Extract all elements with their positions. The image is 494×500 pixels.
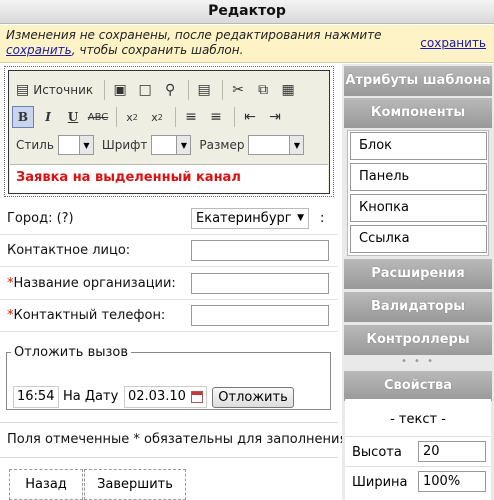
properties-panel: - текст - Высота 20 Ширина 100% <box>345 399 491 500</box>
org-input[interactable] <box>191 273 329 294</box>
tab-extensions[interactable]: Расширения <box>344 259 492 289</box>
cut-icon[interactable]: ✂ <box>227 79 249 101</box>
warning-message: Изменения не сохранены, после редактиров… <box>6 28 406 58</box>
save-link[interactable]: сохранить <box>420 36 486 50</box>
underline-icon[interactable]: U <box>62 106 84 128</box>
delay-call-group: Отложить вызов 16:54 На Дату 02.03.10 От… <box>6 345 331 410</box>
tab-components[interactable]: Компоненты <box>344 98 492 128</box>
component-item-panel[interactable]: Панель <box>350 163 487 191</box>
width-input[interactable]: 100% <box>418 471 486 492</box>
superscript-icon[interactable]: x2 <box>146 106 168 128</box>
property-width-row: Ширина 100% <box>345 466 491 496</box>
date-label: На Дату <box>63 389 119 404</box>
bold-icon[interactable]: B <box>12 106 34 128</box>
tab-attributes[interactable]: Атрибуты шаблона <box>344 66 492 96</box>
chevron-down-icon: ▼ <box>176 136 191 154</box>
source-button[interactable]: ▤ Источник <box>12 79 97 101</box>
new-page-icon[interactable]: □ <box>134 79 156 101</box>
copy-icon[interactable]: ⧉ <box>252 79 274 101</box>
rich-text-editor: ▤ Источник ▣ □ ⚲ ▤ ✂ ⧉ ▦ B I U ABC x2 x2… <box>4 66 334 197</box>
city-row: Город: (?) Екатеринбург ▼ : <box>0 203 338 235</box>
tab-validators[interactable]: Валидаторы <box>344 292 492 322</box>
warning-text-before: Изменения не сохранены, после редактиров… <box>6 28 382 42</box>
width-label: Ширина <box>352 475 408 490</box>
chevron-down-icon: ▼ <box>289 136 304 154</box>
editor-content[interactable]: Заявка на выделенный канал <box>10 164 328 193</box>
toolbar-separator <box>188 80 190 100</box>
component-item-block[interactable]: Блок <box>350 132 487 160</box>
font-label: Шрифт <box>101 138 148 152</box>
size-label: Размер <box>199 138 245 152</box>
bullet-list-icon[interactable]: ≡ <box>205 106 227 128</box>
splitter-handle[interactable]: • • • <box>342 356 494 367</box>
time-input[interactable]: 16:54 <box>13 386 59 408</box>
required-note: Поля отмеченные * обязательны для заполн… <box>7 432 348 447</box>
phone-label-text: Контактный телефон: <box>13 308 166 323</box>
strike-icon[interactable]: ABC <box>87 106 109 128</box>
toolbar-separator <box>116 107 117 127</box>
property-height-row: Высота 20 <box>345 436 491 466</box>
delay-legend: Отложить вызов <box>14 345 129 360</box>
toolbar-separator <box>175 107 176 127</box>
city-label: Город: (?) <box>7 211 74 226</box>
org-row: *Название организации: <box>0 268 338 300</box>
divider <box>0 422 338 423</box>
editor-frame: ▤ Источник ▣ □ ⚲ ▤ ✂ ⧉ ▦ B I U ABC x2 x2… <box>8 70 330 194</box>
toolbar-separator <box>104 80 106 100</box>
phone-row: *Контактный телефон: <box>0 300 338 332</box>
contact-row: Контактное лицо: <box>0 235 338 267</box>
outdent-icon[interactable]: ⇤ <box>239 106 261 128</box>
chevron-down-icon: ▼ <box>297 213 304 223</box>
postpone-button[interactable]: Отложить <box>212 387 294 408</box>
paste-icon[interactable]: ▦ <box>277 79 299 101</box>
city-value: Екатеринбург <box>196 211 292 226</box>
template-icon[interactable]: ▤ <box>193 79 215 101</box>
save-link-inline[interactable]: сохранить <box>6 43 72 57</box>
italic-icon[interactable]: I <box>37 106 59 128</box>
property-element-title: - текст - <box>390 412 446 427</box>
tab-properties[interactable]: Свойства <box>344 371 492 401</box>
side-panel: Атрибуты шаблона Компоненты Блок Панель … <box>342 64 494 500</box>
org-label: *Название организации: <box>7 276 176 291</box>
calendar-icon[interactable] <box>191 391 203 403</box>
back-button[interactable]: Назад <box>9 469 83 500</box>
toolbar-separator <box>222 80 224 100</box>
toolbar-row-2: B I U ABC x2 x2 ≡ ≡ ⇤ ⇥ <box>12 105 289 129</box>
toolbar-row-1: ▤ Источник ▣ □ ⚲ ▤ ✂ ⧉ ▦ <box>12 78 302 102</box>
component-item-button[interactable]: Кнопка <box>350 194 487 222</box>
preview-icon[interactable]: ⚲ <box>159 79 181 101</box>
window-title: Редактор <box>0 0 494 24</box>
chevron-down-icon: ▼ <box>78 136 93 154</box>
field-marker: : <box>320 211 325 226</box>
font-combo[interactable]: ▼ <box>151 135 192 155</box>
unsaved-warning: Изменения не сохранены, после редактиров… <box>0 25 494 63</box>
contact-label: Контактное лицо: <box>7 243 131 258</box>
toolbar-row-3: Стиль ▼ Шрифт ▼ Размер ▼ <box>12 133 305 157</box>
height-input[interactable]: 20 <box>418 441 486 462</box>
source-icon: ▤ <box>16 82 30 98</box>
ordered-list-icon[interactable]: ≡ <box>180 106 202 128</box>
finish-button[interactable]: Завершить <box>84 469 186 500</box>
divider <box>0 457 338 458</box>
org-label-text: Название организации: <box>13 276 176 291</box>
tab-controllers[interactable]: Контроллеры <box>344 325 492 355</box>
phone-label: *Контактный телефон: <box>7 308 165 323</box>
component-item-link[interactable]: Ссылка <box>350 225 487 253</box>
contact-input[interactable] <box>191 240 329 261</box>
date-input[interactable]: 02.03.10 <box>124 386 207 408</box>
components-list: Блок Панель Кнопка Ссылка <box>347 130 489 256</box>
indent-icon[interactable]: ⇥ <box>264 106 286 128</box>
subscript-icon[interactable]: x2 <box>121 106 143 128</box>
source-label: Источник <box>33 83 94 97</box>
city-select[interactable]: Екатеринбург ▼ <box>191 208 309 229</box>
phone-input[interactable] <box>191 305 329 326</box>
style-label: Стиль <box>16 138 54 152</box>
style-combo[interactable]: ▼ <box>57 135 94 155</box>
height-label: Высота <box>352 445 402 460</box>
warning-text-after: , чтобы сохранить шаблон. <box>71 43 244 57</box>
toolbar-separator <box>234 107 235 127</box>
save-icon[interactable]: ▣ <box>109 79 131 101</box>
date-value: 02.03.10 <box>128 389 186 404</box>
size-combo[interactable]: ▼ <box>248 135 305 155</box>
